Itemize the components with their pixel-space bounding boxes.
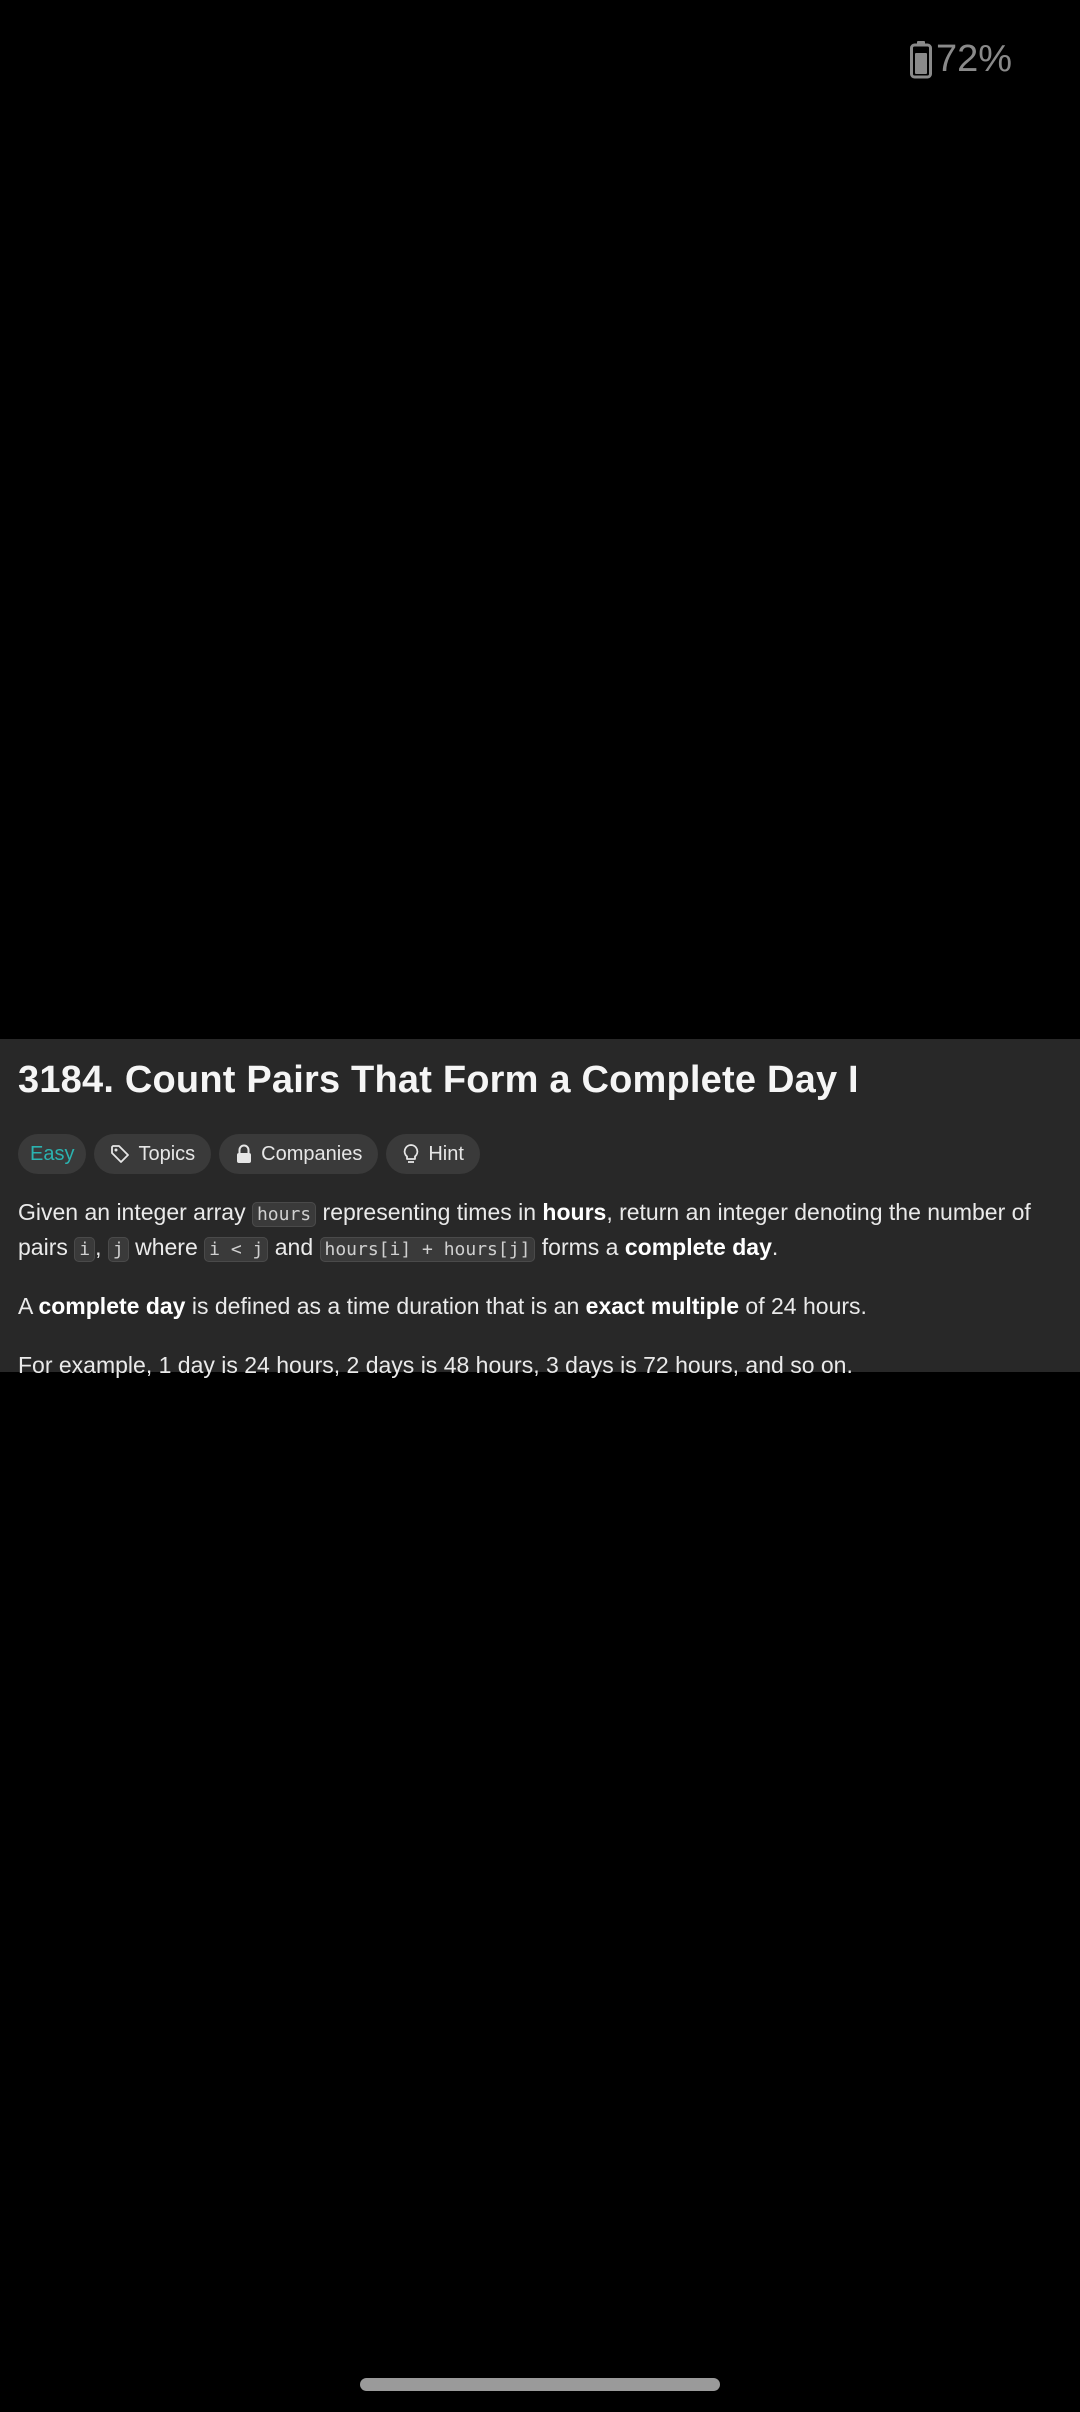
tag-icon (110, 1144, 130, 1164)
statement-text: Given an integer array (18, 1199, 252, 1225)
battery-percent: 72% (935, 38, 1012, 80)
problem-statement: Given an integer array hours representin… (18, 1196, 1062, 1382)
statement-text: and (268, 1234, 320, 1260)
emphasis-hours: hours (542, 1199, 607, 1225)
statement-text: is defined as a time duration that is an (185, 1293, 586, 1319)
topics-button[interactable]: Topics (94, 1134, 212, 1174)
statement-paragraph-3: For example, 1 day is 24 hours, 2 days i… (18, 1349, 1062, 1382)
statement-text: . (771, 1234, 779, 1260)
statement-text: of 24 hours. (739, 1293, 867, 1319)
problem-tags: Easy Topics Companies Hint (18, 1134, 1062, 1174)
statement-text: representing times in (316, 1199, 543, 1225)
problem-title: 3184. Count Pairs That Form a Complete D… (18, 1059, 859, 1101)
lock-icon (235, 1144, 253, 1164)
companies-label: Companies (261, 1142, 363, 1165)
inline-code-j: j (107, 1237, 129, 1262)
emphasis-complete-day: complete day (624, 1234, 772, 1260)
statement-text: A (18, 1293, 39, 1319)
statement-text: For example, 1 day is 24 hours, 2 days i… (18, 1352, 853, 1378)
statement-paragraph-2: A complete day is defined as a time dura… (18, 1290, 1062, 1323)
hint-label: Hint (428, 1142, 464, 1165)
home-indicator[interactable] (360, 2378, 720, 2391)
hint-button[interactable]: Hint (386, 1134, 480, 1174)
statement-paragraph-1: Given an integer array hours representin… (18, 1196, 1062, 1266)
battery-icon (909, 40, 932, 79)
statement-text: forms a (535, 1234, 625, 1260)
battery-status: 72% (909, 38, 1012, 81)
difficulty-badge: Easy (18, 1134, 87, 1174)
statement-text: , (95, 1234, 108, 1260)
emphasis-complete-day: complete day (38, 1293, 186, 1319)
inline-code-i: i (74, 1237, 96, 1262)
topics-label: Topics (138, 1142, 196, 1165)
statement-text: where (128, 1234, 205, 1260)
lightbulb-icon (402, 1143, 420, 1165)
problem-description-panel: 3184. Count Pairs That Form a Complete D… (0, 1039, 1080, 1378)
inline-code-i-lt-j: i < j (204, 1237, 269, 1262)
emphasis-exact-multiple: exact multiple (585, 1293, 740, 1319)
inline-code-sum: hours[i] + hours[j] (319, 1237, 536, 1262)
companies-button[interactable]: Companies (219, 1134, 379, 1174)
inline-code-hours: hours (251, 1202, 317, 1227)
